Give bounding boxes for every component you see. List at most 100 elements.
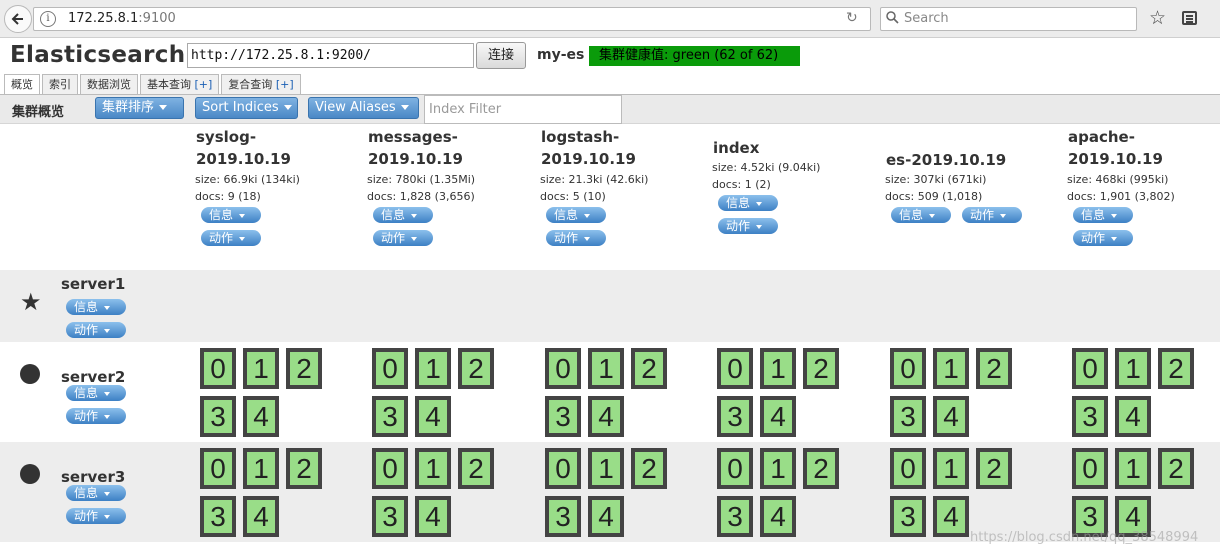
shard-box[interactable]: 2: [286, 448, 322, 489]
reload-icon[interactable]: ↻: [846, 10, 858, 26]
index-action-button[interactable]: 动作: [373, 230, 433, 246]
shard-box[interactable]: 3: [717, 396, 753, 437]
shard-box[interactable]: 0: [545, 348, 581, 389]
index-action-button[interactable]: 动作: [1073, 230, 1133, 246]
shard-box[interactable]: 2: [1158, 348, 1194, 389]
browser-search-input[interactable]: Search: [880, 7, 1137, 31]
shard-box[interactable]: 4: [933, 396, 969, 437]
shard-box[interactable]: 4: [588, 396, 624, 437]
index-filter-input[interactable]: Index Filter: [424, 95, 622, 124]
tab-4[interactable]: 复合查询 [+]: [221, 74, 301, 95]
shard-box[interactable]: 1: [1115, 348, 1151, 389]
server-action-button[interactable]: 动作: [66, 322, 126, 338]
server-action-button[interactable]: 动作: [66, 408, 126, 424]
cluster-name: my-es: [537, 47, 585, 63]
shard-box[interactable]: 4: [933, 496, 969, 537]
index-info-button[interactable]: 信息: [718, 195, 778, 211]
reading-list-icon[interactable]: [1182, 11, 1197, 25]
shard-box[interactable]: 4: [588, 496, 624, 537]
shard-box[interactable]: 2: [458, 348, 494, 389]
shard-box[interactable]: 3: [545, 396, 581, 437]
shard-box[interactable]: 0: [1072, 348, 1108, 389]
shard-box[interactable]: 1: [760, 348, 796, 389]
shard-box[interactable]: 2: [976, 448, 1012, 489]
index-action-button[interactable]: 动作: [546, 230, 606, 246]
shard-box[interactable]: 2: [631, 448, 667, 489]
shard-box[interactable]: 4: [760, 396, 796, 437]
tab-expand-icon[interactable]: [+]: [276, 78, 294, 91]
shard-box[interactable]: 4: [415, 396, 451, 437]
shard-box[interactable]: 2: [803, 448, 839, 489]
shard-box[interactable]: 3: [200, 396, 236, 437]
tab-2[interactable]: 数据浏览: [80, 74, 138, 95]
shard-box[interactable]: 3: [890, 496, 926, 537]
shard-box[interactable]: 1: [243, 348, 279, 389]
server-info-button[interactable]: 信息: [66, 485, 126, 501]
index-name: apache- 2019.10.19: [1068, 128, 1163, 168]
index-info-button[interactable]: 信息: [201, 207, 261, 223]
tab-0[interactable]: 概览: [4, 74, 40, 95]
site-info-icon[interactable]: i: [40, 11, 56, 27]
shard-box[interactable]: 0: [200, 448, 236, 489]
shard-box[interactable]: 2: [1158, 448, 1194, 489]
shard-box[interactable]: 3: [1072, 396, 1108, 437]
shard-box[interactable]: 0: [545, 448, 581, 489]
sort-cluster-button[interactable]: 集群排序: [95, 97, 184, 119]
sort-indices-button[interactable]: Sort Indices: [195, 97, 298, 119]
shard-box[interactable]: 1: [588, 348, 624, 389]
shard-box[interactable]: 1: [1115, 448, 1151, 489]
bookmark-star-icon[interactable]: ☆: [1149, 7, 1166, 29]
shard-box[interactable]: 3: [372, 496, 408, 537]
index-info-button[interactable]: 信息: [546, 207, 606, 223]
tab-expand-icon[interactable]: [+]: [195, 78, 213, 91]
shard-box[interactable]: 1: [760, 448, 796, 489]
connection-url-input[interactable]: http://172.25.8.1:9200/: [187, 43, 474, 68]
chevron-down-icon: [411, 213, 418, 218]
shard-box[interactable]: 1: [933, 448, 969, 489]
shard-box[interactable]: 3: [890, 396, 926, 437]
shard-box[interactable]: 4: [415, 496, 451, 537]
shard-box[interactable]: 4: [243, 396, 279, 437]
view-aliases-button[interactable]: View Aliases: [308, 97, 419, 119]
shard-box[interactable]: 0: [200, 348, 236, 389]
shard-box[interactable]: 4: [1115, 396, 1151, 437]
shard-box[interactable]: 1: [588, 448, 624, 489]
shard-box[interactable]: 3: [372, 396, 408, 437]
shard-box[interactable]: 0: [717, 348, 753, 389]
shard-box[interactable]: 2: [976, 348, 1012, 389]
shard-box[interactable]: 1: [243, 448, 279, 489]
tab-1[interactable]: 索引: [42, 74, 78, 95]
shard-box[interactable]: 2: [803, 348, 839, 389]
shard-box[interactable]: 4: [760, 496, 796, 537]
back-button[interactable]: [4, 5, 32, 33]
index-info-button[interactable]: 信息: [373, 207, 433, 223]
shard-box[interactable]: 2: [458, 448, 494, 489]
shard-box[interactable]: 0: [372, 348, 408, 389]
shard-box[interactable]: 1: [415, 348, 451, 389]
shard-box[interactable]: 4: [243, 496, 279, 537]
shard-box[interactable]: 3: [200, 496, 236, 537]
shard-box[interactable]: 0: [717, 448, 753, 489]
shard-box[interactable]: 0: [372, 448, 408, 489]
tab-3[interactable]: 基本查询 [+]: [140, 74, 220, 95]
index-action-button-label: 动作: [381, 231, 406, 245]
index-info-button[interactable]: 信息: [891, 207, 951, 223]
shard-box[interactable]: 3: [717, 496, 753, 537]
shard-box[interactable]: 1: [933, 348, 969, 389]
shard-box[interactable]: 2: [631, 348, 667, 389]
shard-box[interactable]: 1: [415, 448, 451, 489]
shard-box[interactable]: 3: [545, 496, 581, 537]
index-action-button[interactable]: 动作: [201, 230, 261, 246]
server-info-button[interactable]: 信息: [66, 385, 126, 401]
shard-box[interactable]: 0: [890, 448, 926, 489]
url-bar[interactable]: 172.25.8.1:9100: [33, 7, 871, 31]
shard-box[interactable]: 2: [286, 348, 322, 389]
server-action-button[interactable]: 动作: [66, 508, 126, 524]
index-info-button[interactable]: 信息: [1073, 207, 1133, 223]
index-action-button[interactable]: 动作: [718, 218, 778, 234]
server-info-button[interactable]: 信息: [66, 299, 126, 315]
index-action-button[interactable]: 动作: [962, 207, 1022, 223]
shard-box[interactable]: 0: [1072, 448, 1108, 489]
shard-box[interactable]: 0: [890, 348, 926, 389]
connect-button[interactable]: 连接: [476, 42, 526, 69]
